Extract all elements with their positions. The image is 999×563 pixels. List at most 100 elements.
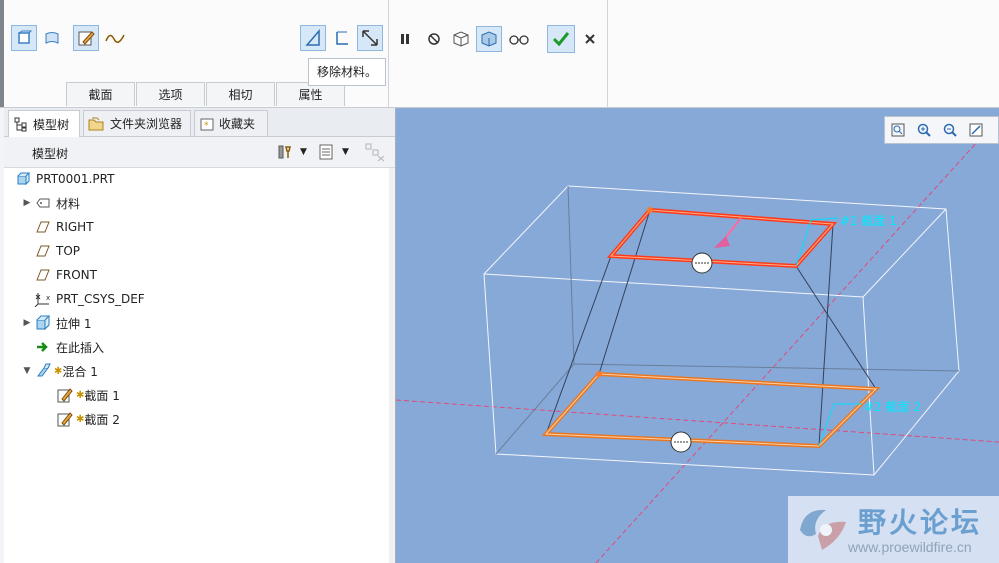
ribbon-separator <box>607 0 608 107</box>
section-1-label[interactable]: #1 截面 1 <box>840 212 897 229</box>
tree-title: 模型树 <box>32 147 69 161</box>
svg-text:x: x <box>46 294 50 302</box>
section-2-outline <box>541 371 881 449</box>
watermark-logo-icon <box>800 509 846 550</box>
no-preview-button[interactable] <box>421 26 447 52</box>
tab-sections[interactable]: 截面 <box>66 82 135 106</box>
section-2-label[interactable]: #2 截面 2 <box>864 398 921 415</box>
sketch-button[interactable] <box>73 25 99 51</box>
check-icon <box>552 32 570 47</box>
no-preview-icon <box>428 33 440 45</box>
watermark-url: www.proewildfire.cn <box>848 539 972 555</box>
graphics-viewport[interactable]: #1 截面 1 #2 截面 2 野火论坛 www.proewildfire.cn <box>396 108 999 563</box>
surface-button[interactable] <box>39 25 65 51</box>
tab-model-tree[interactable]: 模型树 <box>8 110 80 137</box>
verify-mode-icon <box>481 31 497 47</box>
pause-button[interactable] <box>392 26 418 52</box>
tree-item-part[interactable]: PRT0001.PRT <box>14 168 114 190</box>
zoom-in-icon[interactable] <box>911 118 937 142</box>
refit-icon[interactable] <box>885 118 911 142</box>
solid-button[interactable] <box>11 25 37 51</box>
folder-icon <box>88 117 104 130</box>
drag-handle-top <box>691 252 713 274</box>
tree-item-section-2[interactable]: ✱ 截面 2 <box>56 408 120 430</box>
tree-item-datum-front[interactable]: FRONT <box>34 264 97 286</box>
zoom-out-icon[interactable] <box>937 118 963 142</box>
remove-material-icon <box>305 29 320 46</box>
tree-item-extrude[interactable]: ▶ 拉伸 1 <box>20 312 91 334</box>
tree-item-blend[interactable]: ▼ ✱ 混合 1 <box>20 360 98 382</box>
expand-arrow-icon[interactable]: ▶ <box>20 318 34 328</box>
edit-marker-icon: ✱ <box>76 413 85 425</box>
glasses-icon <box>509 35 529 45</box>
panel-tabs: 模型树 文件夹浏览器 * 收藏夹 <box>4 108 395 137</box>
blend-icon <box>34 363 52 379</box>
sketch-icon <box>56 411 74 427</box>
expand-arrow-icon[interactable]: ▶ <box>20 198 34 208</box>
tree-columns-icon[interactable] <box>318 143 336 164</box>
part-icon <box>14 171 32 187</box>
datum-plane-icon <box>34 267 52 283</box>
tree-filter-icon[interactable] <box>364 142 386 165</box>
tree-item-material[interactable]: ▶ 材料 <box>20 192 80 214</box>
tree-settings-dropdown-icon[interactable]: ▼ <box>300 147 307 157</box>
watermark-name: 野火论坛 <box>858 506 983 539</box>
model-view <box>396 129 999 563</box>
surface-icon <box>45 32 59 44</box>
start-point-arrow <box>714 236 730 248</box>
insert-arrow-icon <box>34 339 52 355</box>
tree-item-datum-top[interactable]: TOP <box>34 240 80 262</box>
curve-icon <box>105 34 125 43</box>
bounding-box <box>483 185 960 476</box>
solid-icon <box>18 30 32 44</box>
watermark: 野火论坛 www.proewildfire.cn <box>788 496 999 563</box>
tooltip: 移除材料。 <box>308 58 386 86</box>
sketch-icon <box>56 387 74 403</box>
thicken-button[interactable] <box>329 25 355 51</box>
geometry-preview-button[interactable] <box>448 26 474 52</box>
thicken-icon <box>336 31 348 45</box>
edit-marker-icon: ✱ <box>76 389 85 401</box>
tree-columns-dropdown-icon[interactable]: ▼ <box>342 147 349 157</box>
ribbon: 截面 选项 相切 属性 移除材料。 <box>0 0 999 108</box>
ok-button[interactable] <box>547 25 575 53</box>
ribbon-separator <box>388 0 389 107</box>
edit-marker-icon: ✱ <box>54 365 63 377</box>
verify-mode-button[interactable] <box>476 26 502 52</box>
close-icon <box>585 34 595 44</box>
flip-direction-icon <box>362 30 378 46</box>
tab-favorites[interactable]: * 收藏夹 <box>194 110 268 136</box>
tree-header: 模型树 ▼ ▼ <box>4 137 395 168</box>
tab-folder-browser[interactable]: 文件夹浏览器 <box>83 110 191 136</box>
glasses-preview-button[interactable] <box>506 26 532 52</box>
material-icon <box>34 195 52 211</box>
section-1-outline <box>606 207 838 269</box>
tree-item-insert-here[interactable]: 在此插入 <box>34 336 104 358</box>
model-tree-icon <box>14 117 27 132</box>
curve-button[interactable] <box>102 25 128 51</box>
favorites-icon: * <box>200 118 214 131</box>
collapse-arrow-icon[interactable]: ▼ <box>20 366 34 376</box>
tree-scrollbar[interactable] <box>389 168 395 563</box>
blend-side-edges <box>545 209 877 447</box>
svg-text:*: * <box>204 121 209 131</box>
flip-direction-button[interactable] <box>357 25 383 51</box>
tree-item-datum-right[interactable]: RIGHT <box>34 216 94 238</box>
tab-options[interactable]: 选项 <box>136 82 205 106</box>
datum-plane-icon <box>34 243 52 259</box>
tree-item-csys[interactable]: x PRT_CSYS_DEF <box>34 288 145 310</box>
datum-plane-icon <box>34 219 52 235</box>
drag-handle-bottom <box>670 431 692 453</box>
pause-icon <box>401 34 409 44</box>
tree-item-label: PRT0001.PRT <box>36 172 115 186</box>
tab-tangency[interactable]: 相切 <box>206 82 275 106</box>
remove-material-button[interactable] <box>300 25 326 51</box>
view-toolbar <box>884 116 999 144</box>
cancel-button[interactable] <box>577 26 603 52</box>
repaint-icon[interactable] <box>963 118 989 142</box>
geometry-preview-icon <box>453 31 469 47</box>
extrude-icon <box>34 315 52 331</box>
sketch-pencil-icon <box>78 31 95 46</box>
tree-settings-icon[interactable] <box>276 143 294 164</box>
tree-item-section-1[interactable]: ✱ 截面 1 <box>56 384 120 406</box>
